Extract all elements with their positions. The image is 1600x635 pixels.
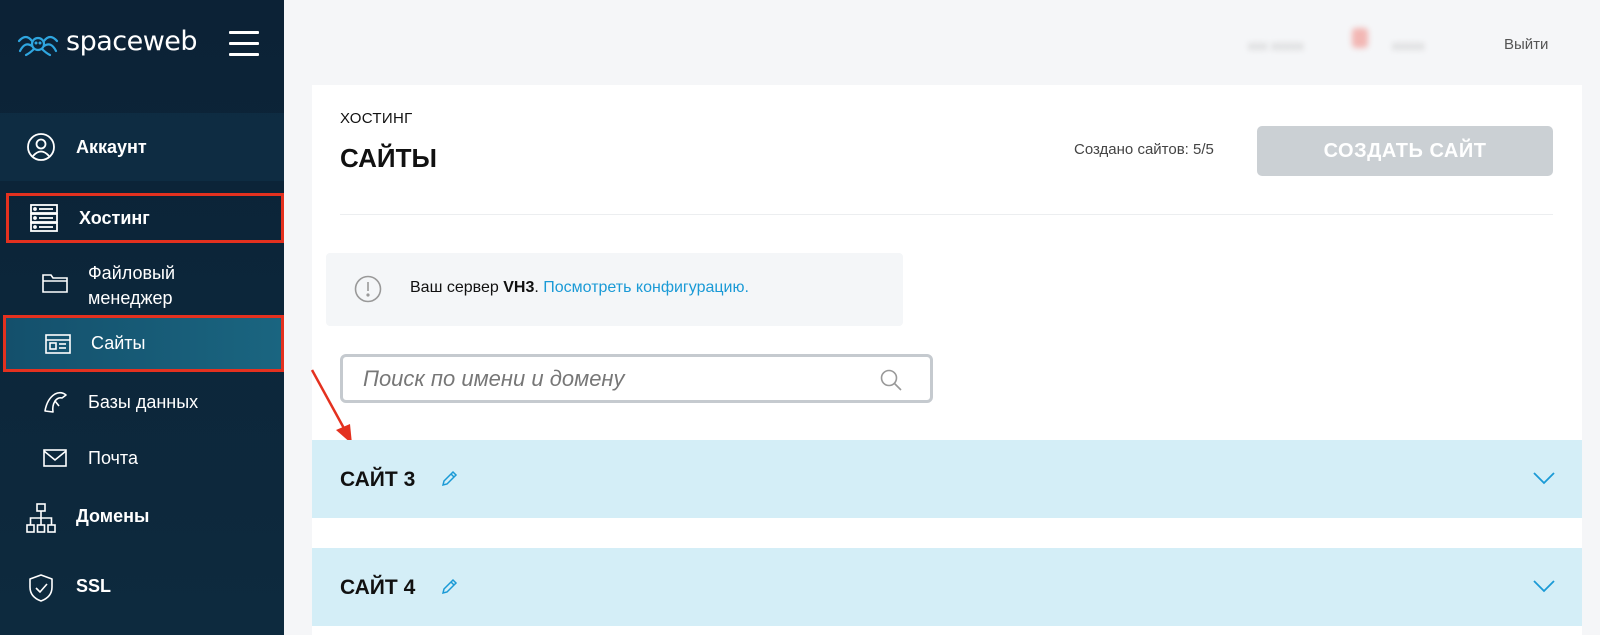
notice-dot: .: [534, 279, 539, 296]
hamburger-menu-icon[interactable]: [229, 31, 259, 57]
label-line-2: менеджер: [88, 288, 173, 308]
notice-prefix: Ваш сервер: [410, 279, 504, 296]
breadcrumb[interactable]: ХОСТИНГ: [340, 110, 413, 127]
search-icon[interactable]: [879, 368, 903, 392]
sidebar-item-label: Аккаунт: [76, 136, 147, 157]
server-notice: Ваш сервер VH3. Посмотреть конфигурацию.: [326, 253, 903, 326]
divider: [340, 214, 1553, 215]
sidebar: spaceweb Аккаунт Хостинг Файловый менедж…: [0, 0, 284, 635]
sidebar-item-account[interactable]: Аккаунт: [0, 113, 284, 181]
balance-blurred: ххх ххххх: [1248, 38, 1304, 53]
chevron-down-icon[interactable]: [1532, 470, 1556, 486]
user-circle-icon: [26, 132, 56, 162]
sidebar-item-label: Файловый менеджер: [88, 261, 175, 311]
create-site-button[interactable]: СОЗДАТЬ САЙТ: [1257, 126, 1553, 176]
notification-bell-icon[interactable]: [1352, 28, 1368, 48]
server-name: VH3: [503, 279, 535, 296]
site-row[interactable]: САЙТ 3: [312, 440, 1582, 518]
logo-text: spaceweb: [66, 26, 198, 57]
sidebar-item-label: Хостинг: [79, 207, 150, 228]
sidebar-item-hosting[interactable]: Хостинг: [6, 193, 284, 243]
sidebar-item-ssl[interactable]: SSL: [0, 568, 284, 608]
server-icon: [29, 203, 59, 233]
sidebar-item-label: Базы данных: [88, 392, 199, 412]
sidebar-item-databases[interactable]: Базы данных: [0, 382, 284, 422]
username-blurred[interactable]: ххххх: [1392, 38, 1425, 53]
label-line-1: Файловый: [88, 263, 176, 283]
sidebar-item-label: SSL: [76, 576, 112, 596]
search-box: [340, 354, 933, 403]
view-configuration-link[interactable]: Посмотреть конфигурацию.: [543, 279, 749, 296]
search-input[interactable]: [363, 366, 863, 392]
spider-logo-icon: [17, 35, 59, 57]
sidebar-item-label: Сайты: [91, 333, 146, 353]
network-tree-icon: [26, 503, 56, 533]
dolphin-icon: [40, 389, 70, 415]
browser-window-icon: [43, 331, 73, 357]
folder-icon: [40, 270, 70, 296]
sidebar-item-file-manager[interactable]: Файловый менеджер: [0, 258, 284, 314]
envelope-icon: [40, 445, 70, 471]
chevron-down-icon[interactable]: [1532, 578, 1556, 594]
site-name: САЙТ 4: [340, 576, 416, 599]
sidebar-item-sites[interactable]: Сайты: [3, 315, 284, 372]
shield-check-icon: [26, 573, 56, 603]
sidebar-item-domains[interactable]: Домены: [0, 498, 284, 538]
pencil-icon[interactable]: [440, 578, 458, 596]
site-name: САЙТ 3: [340, 468, 416, 491]
notice-text: Ваш сервер VH3. Посмотреть конфигурацию.: [410, 279, 749, 297]
sidebar-item-mail[interactable]: Почта: [0, 438, 284, 478]
exclamation-circle-icon: [354, 275, 382, 303]
annotation-arrow: [310, 369, 352, 444]
pencil-icon[interactable]: [440, 470, 458, 488]
page-title: САЙТЫ: [340, 143, 437, 173]
site-row[interactable]: САЙТ 4: [312, 548, 1582, 626]
sites-created-count: Создано сайтов: 5/5: [1074, 141, 1214, 158]
logout-link[interactable]: Выйти: [1504, 36, 1548, 53]
sidebar-item-label: Домены: [76, 506, 150, 526]
sidebar-item-label: Почта: [88, 448, 138, 468]
